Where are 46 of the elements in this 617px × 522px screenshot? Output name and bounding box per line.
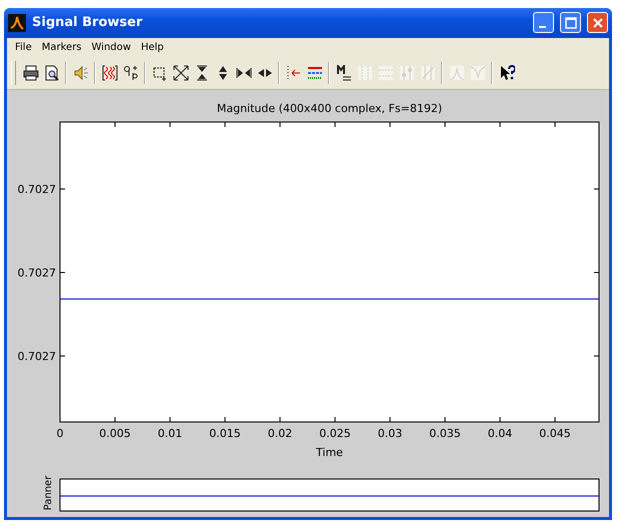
window-title: Signal Browser bbox=[32, 15, 144, 30]
help-pointer-icon bbox=[498, 65, 514, 82]
menu-item[interactable]: Help bbox=[136, 42, 168, 53]
full-view-icon bbox=[172, 65, 188, 82]
line-styles-icon bbox=[306, 65, 322, 82]
y-tick-label: 0.7027 bbox=[18, 183, 56, 196]
menu-item[interactable]: Markers bbox=[38, 42, 86, 53]
x-tick-label: 0.045 bbox=[539, 427, 571, 440]
speaker-icon bbox=[72, 65, 88, 82]
chart-title: Magnitude (400x400 complex, Fs=8192) bbox=[216, 102, 442, 115]
vertical-markers-icon bbox=[356, 65, 372, 82]
x-tick-label: 0.035 bbox=[429, 427, 461, 440]
track-markers-icon bbox=[398, 65, 414, 82]
x-axis-label: Time bbox=[316, 446, 343, 459]
zoom-box-icon bbox=[152, 65, 168, 82]
x-tick-label: 0.005 bbox=[99, 427, 131, 440]
arrow-icon bbox=[286, 65, 302, 82]
slope-markers-icon bbox=[420, 65, 436, 82]
valley-icon bbox=[470, 65, 486, 82]
y-tick-label: 0.7027 bbox=[18, 266, 56, 280]
maximize-button[interactable] bbox=[560, 12, 581, 34]
x-tick-label: 0.02 bbox=[268, 427, 292, 440]
panner-label: Panner bbox=[43, 476, 54, 510]
horizontal-markers-icon bbox=[378, 65, 394, 82]
close-icon bbox=[592, 16, 604, 29]
page-magnifier-icon bbox=[44, 65, 60, 82]
markers-toggle-icon bbox=[336, 65, 352, 82]
x-tick-label: 0.03 bbox=[378, 427, 402, 440]
printer-icon bbox=[22, 65, 38, 82]
app-logo-icon bbox=[8, 14, 26, 32]
menu-item[interactable]: File bbox=[11, 42, 36, 53]
maximize-icon bbox=[564, 16, 576, 29]
x-tick-label: 0.015 bbox=[209, 427, 241, 440]
menu-item[interactable]: Window bbox=[88, 42, 135, 53]
minimize-button[interactable] bbox=[533, 12, 554, 34]
x-tick-label: 0 bbox=[56, 427, 64, 440]
array-icon bbox=[122, 65, 138, 82]
x-tick-label: 0.025 bbox=[319, 427, 351, 440]
panner-area[interactable] bbox=[60, 478, 600, 512]
close-button[interactable] bbox=[587, 12, 608, 34]
signal-select-icon bbox=[102, 65, 118, 82]
minimize-icon bbox=[538, 26, 546, 28]
y-tick-label: 0.7027 bbox=[18, 350, 56, 363]
x-tick-label: 0.04 bbox=[488, 427, 512, 440]
x-tick-label: 0.01 bbox=[158, 427, 182, 440]
peak-icon bbox=[448, 65, 464, 82]
